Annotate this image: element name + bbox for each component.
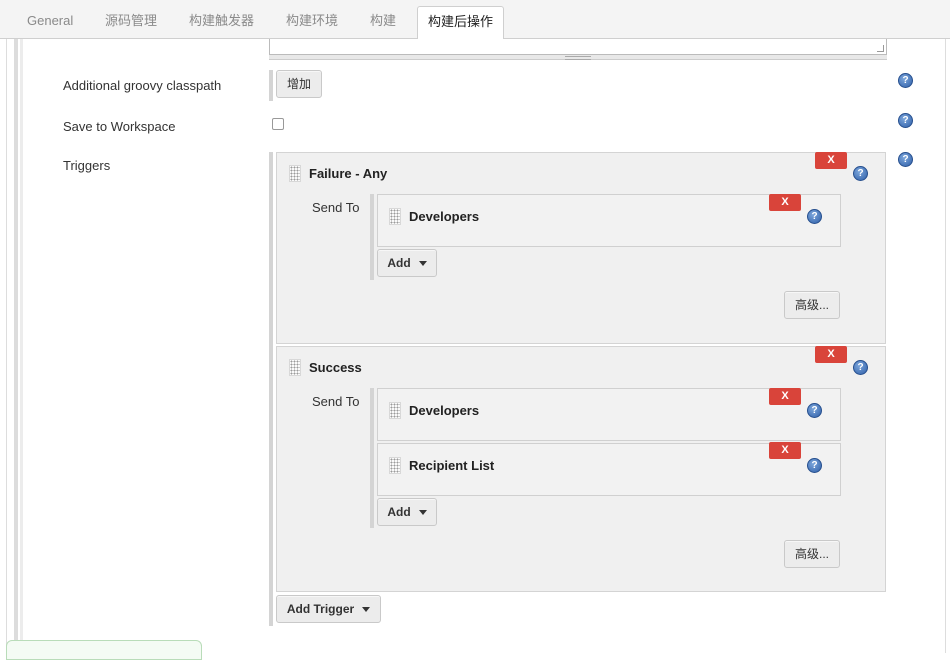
dropdown-caret-icon [418, 261, 427, 267]
drag-handle-icon[interactable] [389, 208, 401, 225]
delete-recipient-button[interactable]: X [769, 442, 801, 459]
tab-build-triggers[interactable]: 构建触发器 [189, 0, 254, 39]
help-icon[interactable]: ? [853, 166, 868, 181]
recipient-title: Developers [409, 209, 480, 224]
send-to-bar [370, 194, 374, 280]
recipient-title: Developers [409, 403, 480, 418]
add-classpath-button[interactable]: 增加 [276, 70, 322, 98]
triggers-bar [269, 152, 273, 626]
save-to-workspace-checkbox[interactable] [272, 118, 284, 130]
delete-recipient-button[interactable]: X [769, 388, 801, 405]
trigger-title: Success [309, 360, 362, 375]
section-indicator-inner [20, 39, 23, 653]
send-to-label: Send To [312, 394, 360, 409]
delete-recipient-button[interactable]: X [769, 194, 801, 211]
advanced-button[interactable]: 高级... [784, 291, 840, 319]
trigger-title: Failure - Any [309, 166, 388, 181]
groovy-classpath-label: Additional groovy classpath [63, 78, 222, 93]
section-indicator [14, 39, 18, 653]
send-to-bar [370, 388, 374, 528]
drag-handle-icon[interactable] [389, 402, 401, 419]
add-recipient-dropdown[interactable]: Add [377, 249, 437, 277]
tab-bar: General 源码管理 构建触发器 构建环境 构建 构建后操作 [0, 0, 950, 40]
save-to-workspace-label: Save to Workspace [63, 119, 176, 134]
add-trigger-dropdown[interactable]: Add Trigger [276, 595, 381, 623]
tab-build-environment[interactable]: 构建环境 [286, 0, 338, 39]
triggers-label: Triggers [63, 158, 111, 173]
send-to-label: Send To [312, 200, 360, 215]
help-icon[interactable]: ? [853, 360, 868, 375]
field-bar [269, 70, 273, 101]
delete-trigger-button[interactable]: X [815, 152, 847, 169]
tab-general[interactable]: General [27, 0, 73, 39]
drag-handle-icon[interactable] [289, 359, 301, 376]
tab-post-build-actions[interactable]: 构建后操作 [417, 6, 505, 40]
delete-trigger-button[interactable]: X [815, 346, 847, 363]
tab-build[interactable]: 构建 [370, 0, 396, 39]
add-label: Add [387, 505, 411, 519]
drag-handle-icon[interactable] [289, 165, 301, 182]
resize-grip-icon[interactable] [877, 45, 884, 52]
drag-handle-icon[interactable] [389, 457, 401, 474]
help-icon[interactable]: ? [807, 403, 822, 418]
recipient-title: Recipient List [409, 458, 495, 473]
tab-scm[interactable]: 源码管理 [105, 0, 157, 39]
help-icon[interactable]: ? [898, 113, 913, 128]
script-textarea[interactable] [269, 39, 887, 55]
add-label: Add [387, 256, 411, 270]
textarea-resize-handle[interactable] [269, 55, 887, 60]
bottom-toolbar-tab [6, 640, 202, 660]
add-recipient-dropdown[interactable]: Add [377, 498, 437, 526]
advanced-button[interactable]: 高级... [784, 540, 840, 568]
add-trigger-label: Add Trigger [286, 602, 355, 616]
dropdown-caret-icon [362, 607, 371, 613]
help-icon[interactable]: ? [807, 209, 822, 224]
help-icon[interactable]: ? [898, 152, 913, 167]
dropdown-caret-icon [418, 510, 427, 516]
help-icon[interactable]: ? [898, 73, 913, 88]
help-icon[interactable]: ? [807, 458, 822, 473]
